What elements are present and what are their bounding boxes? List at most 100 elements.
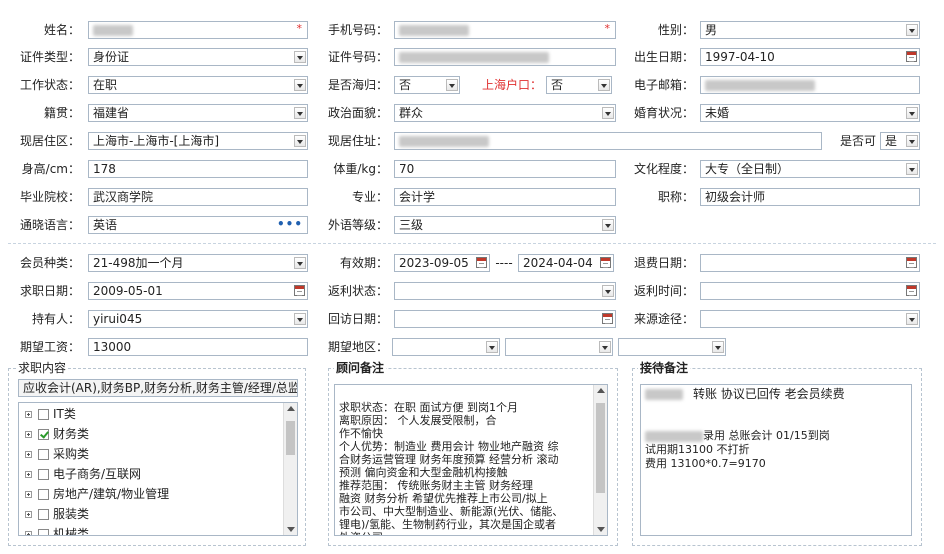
chevron-down-icon[interactable] — [446, 79, 458, 91]
calendar-icon[interactable] — [476, 257, 487, 268]
chevron-down-icon[interactable] — [294, 313, 306, 325]
gender-value: 男 — [705, 23, 718, 37]
tree-item[interactable]: 服装类 — [25, 505, 89, 523]
tree-item[interactable]: 机械类 — [25, 525, 89, 535]
source-select[interactable] — [700, 310, 920, 328]
job-date-field[interactable]: 2009-05-01 — [88, 282, 308, 300]
region-city-select[interactable] — [505, 338, 613, 356]
chevron-down-icon[interactable] — [294, 107, 306, 119]
calendar-icon[interactable] — [906, 257, 917, 268]
chevron-down-icon[interactable] — [599, 341, 611, 353]
birth-date-field[interactable]: 1997-04-10 — [700, 48, 920, 66]
chevron-down-icon[interactable] — [906, 313, 918, 325]
chevron-down-icon[interactable] — [906, 24, 918, 36]
calendar-icon[interactable] — [906, 51, 917, 62]
overseas-select[interactable]: 否 — [394, 76, 460, 94]
scroll-up-icon[interactable] — [287, 406, 295, 411]
chevron-down-icon[interactable] — [294, 135, 306, 147]
native-select[interactable]: 福建省 — [88, 104, 308, 122]
address-field[interactable] — [394, 132, 822, 150]
tree-item[interactable]: 采购类 — [25, 445, 89, 463]
expand-icon[interactable] — [25, 531, 32, 535]
job-category-tree[interactable]: IT类财务类采购类电子商务/互联网房地产/建筑/物业管理 服装类机械类 — [18, 402, 298, 536]
calendar-icon[interactable] — [602, 313, 613, 324]
chevron-down-icon[interactable] — [906, 135, 918, 147]
reception-notes-textarea[interactable]: 转账 协议已回传 老会员续费 录用 总账会计 01/15到岗 试用期13100 … — [640, 384, 912, 536]
major-field[interactable]: 会计学 — [394, 188, 616, 206]
gender-select[interactable]: 男 — [700, 21, 920, 39]
scroll-thumb[interactable] — [286, 421, 295, 455]
education-select[interactable]: 大专（全日制） — [700, 160, 920, 178]
consultant-notes-textarea[interactable]: 求职状态：在职 面试方便 到岗1个月 离职原因： 个人发展受限制，合 作不愉快 个人优… — [334, 384, 608, 536]
scroll-down-icon[interactable] — [597, 527, 605, 532]
expand-icon[interactable] — [25, 511, 32, 518]
residence-area-select[interactable]: 上海市-上海市-[上海市] — [88, 132, 308, 150]
expand-icon[interactable] — [25, 471, 32, 478]
tree-item[interactable]: 房地产/建筑/物业管理 — [25, 485, 169, 503]
weight-field[interactable]: 70 — [394, 160, 616, 178]
scroll-thumb[interactable] — [596, 403, 605, 493]
expand-icon[interactable] — [25, 411, 32, 418]
valid-start-field[interactable]: 2023-09-05 — [394, 254, 490, 272]
work-status-select[interactable]: 在职 — [88, 76, 308, 94]
calendar-icon[interactable] — [906, 285, 917, 296]
email-field[interactable] — [700, 76, 920, 94]
chevron-down-icon[interactable] — [602, 285, 614, 297]
name-field[interactable]: * — [88, 21, 308, 39]
lang-level-select[interactable]: 三级 — [394, 216, 616, 234]
chevron-down-icon[interactable] — [294, 51, 306, 63]
checkbox[interactable] — [38, 429, 49, 440]
marital-select[interactable]: 未婚 — [700, 104, 920, 122]
more-icon[interactable]: ••• — [277, 217, 303, 231]
tree-item[interactable]: 财务类 — [25, 425, 89, 443]
height-field[interactable]: 178 — [88, 160, 308, 178]
checkbox[interactable] — [38, 409, 49, 420]
sh-hukou-select[interactable]: 否 — [546, 76, 612, 94]
expand-icon[interactable] — [25, 491, 32, 498]
checkbox[interactable] — [38, 529, 49, 535]
tree-item[interactable]: 电子商务/互联网 — [25, 465, 141, 483]
salary-field[interactable]: 13000 — [88, 338, 308, 356]
chevron-down-icon[interactable] — [602, 219, 614, 231]
chevron-down-icon[interactable] — [906, 163, 918, 175]
expand-icon[interactable] — [25, 431, 32, 438]
checkbox[interactable] — [38, 469, 49, 480]
chevron-down-icon[interactable] — [294, 257, 306, 269]
valid-end-field[interactable]: 2024-04-04 — [518, 254, 614, 272]
chevron-down-icon[interactable] — [294, 79, 306, 91]
tree-scrollbar[interactable] — [283, 403, 297, 535]
phone-field[interactable]: * — [394, 21, 616, 39]
scroll-up-icon[interactable] — [597, 388, 605, 393]
checkbox[interactable] — [38, 489, 49, 500]
calendar-icon[interactable] — [600, 257, 611, 268]
checkbox[interactable] — [38, 449, 49, 460]
chevron-down-icon[interactable] — [602, 107, 614, 119]
job-content-summary[interactable]: 应收会计(AR),财务BP,财务分析,财务主管/经理/总监 — [18, 379, 298, 397]
visit-date-field[interactable] — [394, 310, 616, 328]
id-type-select[interactable]: 身份证 — [88, 48, 308, 66]
rebate-status-select[interactable] — [394, 282, 616, 300]
chevron-down-icon[interactable] — [712, 341, 724, 353]
id-no-field[interactable] — [394, 48, 616, 66]
checkbox[interactable] — [38, 509, 49, 520]
is-ok-select[interactable]: 是 — [880, 132, 920, 150]
political-select[interactable]: 群众 — [394, 104, 616, 122]
chevron-down-icon[interactable] — [906, 107, 918, 119]
language-field[interactable]: 英语 ••• — [88, 216, 308, 234]
holder-select[interactable]: yirui045 — [88, 310, 308, 328]
refund-date-field[interactable] — [700, 254, 920, 272]
calendar-icon[interactable] — [294, 285, 305, 296]
expand-icon[interactable] — [25, 451, 32, 458]
scroll-down-icon[interactable] — [287, 527, 295, 532]
region-province-select[interactable] — [392, 338, 500, 356]
title-field[interactable]: 初级会计师 — [700, 188, 920, 206]
tree-item[interactable]: IT类 — [25, 405, 76, 423]
rebate-time-field[interactable] — [700, 282, 920, 300]
chevron-down-icon[interactable] — [598, 79, 610, 91]
school-field[interactable]: 武汉商学院 — [88, 188, 308, 206]
region-district-select[interactable] — [618, 338, 726, 356]
member-type-select[interactable]: 21-498加一个月 — [88, 254, 308, 272]
rebate-time-label: 返利时间： — [633, 284, 694, 298]
notes-scrollbar[interactable] — [593, 385, 607, 535]
chevron-down-icon[interactable] — [486, 341, 498, 353]
